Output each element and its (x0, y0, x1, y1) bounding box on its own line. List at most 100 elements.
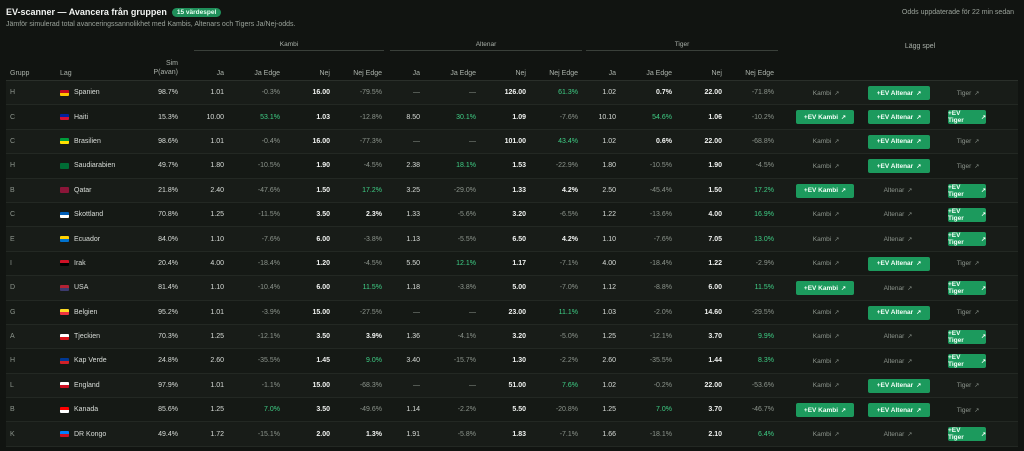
col-header-sim: Sim P(avan) (126, 53, 178, 80)
group-header-kambi: Kambi (194, 41, 384, 51)
add-bet-kambi-button[interactable]: Kambi ↗ (800, 86, 852, 100)
external-link-icon: ↗ (974, 90, 980, 97)
table-row: C Haiti 15.3% 10.00 53.1% 1.03 -12.8% 8.50 30.1%… (6, 105, 1018, 130)
external-link-icon: ↗ (907, 188, 913, 195)
add-bet-button-label: Altenar (883, 235, 905, 243)
cell-altenar-nej: 1.53 (512, 162, 526, 170)
cell-team: Saudiarabien (60, 154, 126, 177)
cell-team: Spanien (60, 81, 126, 104)
add-bet-kambi-button[interactable]: +EV Kambi ↗ (796, 183, 854, 198)
cell-altenar-nej-edge: -6.5% (559, 211, 578, 219)
add-bet-tiger-button[interactable]: Tiger ↗ (948, 403, 988, 417)
add-bet-tiger-button[interactable]: Tiger ↗ (948, 135, 988, 149)
add-bet-altenar-button[interactable]: Altenar ↗ (872, 232, 924, 246)
add-bet-tiger-button[interactable]: Tiger ↗ (948, 86, 988, 100)
add-bet-altenar-button[interactable]: +EV Altenar ↗ (868, 256, 930, 271)
add-bet-altenar-button[interactable]: Altenar ↗ (872, 330, 924, 344)
add-bet-kambi-button[interactable]: Kambi ↗ (800, 232, 852, 246)
add-bet-kambi-button[interactable]: Kambi ↗ (800, 208, 852, 222)
add-bet-altenar-button[interactable]: Altenar ↗ (872, 281, 924, 295)
add-bet-tiger-button[interactable]: +EV Tiger ↗ (948, 329, 986, 344)
add-bet-kambi-button[interactable]: Kambi ↗ (800, 354, 852, 368)
add-bet-tiger-button[interactable]: +EV Tiger ↗ (948, 427, 986, 442)
cell-altenar-nej: 51.00 (508, 381, 526, 389)
add-bet-tiger-button[interactable]: +EV Tiger ↗ (948, 232, 986, 247)
add-bet-altenar-button[interactable]: +EV Altenar ↗ (868, 86, 930, 100)
cell-kambi-nej: 16.00 (312, 137, 330, 145)
add-bet-tiger-button[interactable]: Tiger ↗ (948, 257, 988, 271)
add-bet-kambi-button[interactable]: Kambi ↗ (800, 379, 852, 393)
cell-altenar-ja-edge: -2.2% (457, 406, 476, 414)
add-bet-button-label: Kambi (812, 309, 832, 317)
add-bet-button-label: Kambi (812, 430, 832, 438)
add-bet-button-label: Kambi (812, 235, 832, 243)
add-bet-tiger-button[interactable]: Tiger ↗ (948, 306, 988, 320)
cell-sim-probability: 15.3% (158, 113, 178, 121)
add-bet-button-label: Altenar (883, 187, 905, 195)
add-bet-kambi-button[interactable]: Kambi ↗ (800, 330, 852, 344)
add-bet-tiger-button[interactable]: Tiger ↗ (948, 379, 988, 393)
cell-tiger-nej-edge: -68.8% (751, 137, 774, 145)
add-bet-kambi-button[interactable]: +EV Kambi ↗ (796, 110, 854, 125)
add-bet-altenar-button[interactable]: Altenar ↗ (872, 354, 924, 368)
cell-altenar-nej: 1.33 (512, 186, 526, 194)
col-header-sim-line2: P(avan) (153, 69, 178, 76)
cell-group: H (10, 357, 16, 365)
add-bet-kambi-button[interactable]: +EV Kambi ↗ (796, 281, 854, 296)
add-bet-altenar-button[interactable]: Altenar ↗ (872, 208, 924, 222)
cell-altenar-ja: 2.38 (406, 162, 420, 170)
add-bet-altenar-button[interactable]: Altenar ↗ (872, 184, 924, 198)
cell-altenar-ja-edge: -4.1% (457, 333, 476, 341)
add-bet-kambi-button[interactable]: +EV Kambi ↗ (796, 403, 854, 418)
add-bet-kambi-button[interactable]: Kambi ↗ (800, 427, 852, 441)
cell-kambi-nej-edge: 3.9% (366, 333, 382, 341)
add-bet-altenar-button[interactable]: +EV Altenar ↗ (868, 134, 930, 149)
add-bet-altenar-button[interactable]: +EV Altenar ↗ (868, 403, 930, 418)
cell-altenar-nej-edge: -2.2% (559, 357, 578, 365)
add-bet-kambi-button[interactable]: Kambi ↗ (800, 159, 852, 173)
cell-team: Belgien (60, 301, 126, 324)
cell-tiger-nej: 22.00 (704, 89, 722, 97)
cell-sim-probability: 84.0% (158, 235, 178, 243)
cell-group: E (10, 235, 15, 243)
cell-group: B (10, 406, 15, 414)
team-name: Qatar (74, 186, 92, 194)
add-bet-tiger-button[interactable]: +EV Tiger ↗ (948, 281, 986, 296)
add-bet-tiger-button[interactable]: +EV Tiger ↗ (948, 110, 986, 125)
cell-team: DR Kongo (60, 422, 126, 445)
add-bet-altenar-button[interactable]: +EV Altenar ↗ (868, 305, 930, 320)
cell-group: K (10, 430, 15, 438)
external-link-icon: ↗ (916, 139, 922, 146)
add-bet-altenar-button[interactable]: +EV Altenar ↗ (868, 110, 930, 125)
add-bet-altenar-button[interactable]: Altenar ↗ (872, 427, 924, 441)
cell-kambi-ja-edge: -11.5% (258, 211, 280, 219)
add-bet-tiger-button[interactable]: +EV Tiger ↗ (948, 183, 986, 198)
cell-tiger-nej-edge: -53.6% (751, 381, 774, 389)
cell-kambi-nej: 6.00 (316, 235, 330, 243)
cell-tiger-ja-edge: -0.2% (653, 381, 672, 389)
add-bet-kambi-button[interactable]: Kambi ↗ (800, 306, 852, 320)
cell-tiger-nej: 14.60 (704, 308, 722, 316)
external-link-icon: ↗ (834, 310, 840, 317)
cell-kambi-nej-edge: -4.5% (363, 162, 382, 170)
add-bet-tiger-button[interactable]: +EV Tiger ↗ (948, 354, 986, 369)
add-bet-button-label: +EV Tiger (948, 183, 964, 198)
add-bet-altenar-button[interactable]: +EV Altenar ↗ (868, 159, 930, 174)
cell-kambi-ja: 1.25 (210, 406, 224, 414)
col-header-tiger-ja-edge: Ja Edge (646, 70, 672, 77)
add-bet-kambi-button[interactable]: Kambi ↗ (800, 135, 852, 149)
team-name: Kap Verde (74, 357, 107, 365)
cell-kambi-nej-edge: 11.5% (362, 284, 382, 292)
team-name: Kanada (74, 406, 99, 414)
add-bet-kambi-button[interactable]: Kambi ↗ (800, 257, 852, 271)
add-bet-tiger-button[interactable]: Tiger ↗ (948, 159, 988, 173)
cell-kambi-nej: 3.50 (316, 211, 330, 219)
external-link-icon: ↗ (980, 285, 986, 292)
add-bet-button-label: +EV Altenar (876, 138, 914, 146)
add-bet-tiger-button[interactable]: +EV Tiger ↗ (948, 207, 986, 222)
external-link-icon: ↗ (841, 407, 847, 414)
cell-tiger-nej: 1.50 (708, 186, 722, 194)
add-bet-altenar-button[interactable]: +EV Altenar ↗ (868, 378, 930, 393)
cell-altenar-nej: 3.20 (512, 211, 526, 219)
cell-kambi-ja: 1.10 (210, 235, 224, 243)
